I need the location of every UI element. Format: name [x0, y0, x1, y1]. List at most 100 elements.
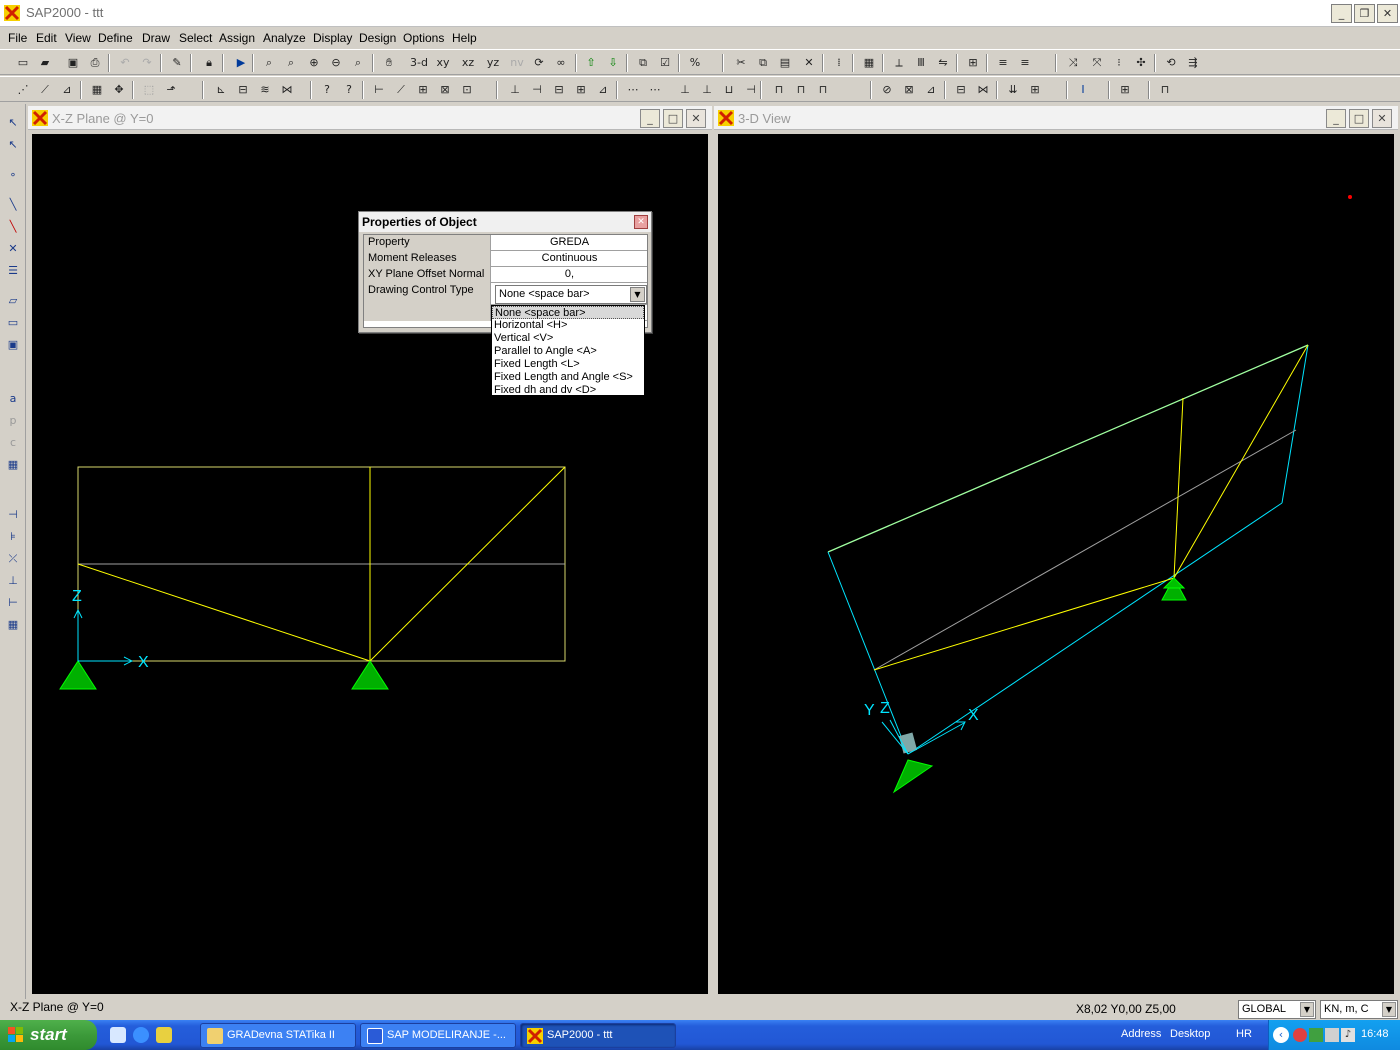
tables-icon[interactable]: ⊞ — [1116, 81, 1134, 99]
menu-display[interactable]: Display — [313, 31, 352, 45]
menu-view[interactable]: View — [65, 31, 91, 45]
divide-frames-icon[interactable]: ⟋ — [392, 81, 410, 99]
dropdown-option-horizontal[interactable]: Horizontal <H> — [492, 319, 644, 332]
area-local-icon[interactable]: ⊘ — [878, 81, 896, 99]
chevron-down-icon[interactable]: ▼ — [1300, 1002, 1314, 1017]
draw-joint-icon[interactable]: ∘ — [4, 166, 22, 184]
dropdown-option-none[interactable]: None <space bar> — [492, 306, 644, 319]
tray-app-icon[interactable] — [1293, 1028, 1307, 1042]
menu-help[interactable]: Help — [452, 31, 477, 45]
dialog-close-button[interactable]: ✕ — [634, 215, 648, 229]
show-forces-icon[interactable]: ⤧ — [1088, 54, 1106, 72]
view-nv-button[interactable]: nv — [508, 54, 526, 72]
zoom-full-icon[interactable]: ⌕ — [349, 54, 367, 72]
frame-local-icon[interactable]: ⊓ — [770, 81, 788, 99]
bridge-icon[interactable]: ⊓ — [1156, 81, 1174, 99]
new-file-icon[interactable]: ▭ — [14, 54, 32, 72]
releases-icon[interactable]: ⊣ — [742, 81, 760, 99]
snap-line-icon[interactable]: ⟋ — [36, 81, 54, 99]
dropdown-option-fixed-length-angle[interactable]: Fixed Length and Angle <S> — [492, 371, 644, 384]
percent-icon[interactable]: % — [686, 54, 704, 72]
menu-edit[interactable]: Edit — [36, 31, 57, 45]
snap-perpendicular-icon[interactable]: ⊥ — [4, 572, 22, 590]
sap2000-quicklaunch-icon[interactable] — [156, 1027, 172, 1043]
snap-lines-icon[interactable]: ⊢ — [4, 594, 22, 612]
snap-grid-icon[interactable]: ▦ — [88, 81, 106, 99]
select-all-icon[interactable]: ⬚ — [140, 81, 158, 99]
internet-explorer-icon[interactable] — [133, 1027, 149, 1043]
view-xz-button[interactable]: xz — [459, 54, 477, 72]
restore-button[interactable]: ❐ — [1354, 4, 1375, 23]
dropdown-option-fixed-dh-dv[interactable]: Fixed dh and dv <D> — [492, 384, 644, 397]
snap-intersection-icon[interactable]: ⊿ — [58, 81, 76, 99]
join-frames-icon[interactable]: ⊞ — [414, 81, 432, 99]
restraint-icon[interactable]: ⟂ — [890, 54, 908, 72]
previous-select-icon[interactable]: p — [4, 412, 22, 430]
minimize-button[interactable]: _ — [1331, 4, 1352, 23]
frame-offset-icon[interactable]: ⊓ — [792, 81, 810, 99]
coordinate-system-select[interactable]: GLOBAL ▼ — [1238, 1000, 1316, 1019]
release-icon[interactable]: ⇋ — [934, 54, 952, 72]
support-icon[interactable]: ⊥ — [676, 81, 694, 99]
chevron-left-icon[interactable]: ‹ — [1273, 1027, 1289, 1043]
joint-loads-icon[interactable]: ≡ — [994, 54, 1012, 72]
desktop-toolbar-label[interactable]: Desktop — [1170, 1028, 1210, 1040]
close-button[interactable]: ✕ — [1377, 4, 1398, 23]
object-shrink-icon[interactable]: ⧉ — [634, 54, 652, 72]
menu-analyze[interactable]: Analyze — [263, 31, 306, 45]
area-thickness-icon[interactable]: ⊠ — [900, 81, 918, 99]
frame-section-icon[interactable]: Ⅲ — [912, 54, 930, 72]
move-down-icon[interactable]: ⇩ — [604, 54, 622, 72]
menu-select[interactable]: Select — [179, 31, 212, 45]
edit-pencil-icon[interactable]: ✎ — [168, 54, 186, 72]
xz-minimize-button[interactable]: _ — [640, 109, 660, 128]
grid-icon[interactable]: ▦ — [860, 54, 878, 72]
dropdown-option-parallel-to-angle[interactable]: Parallel to Angle <A> — [492, 345, 644, 358]
menu-define[interactable]: Define — [98, 31, 133, 45]
snap-intersections-icon[interactable]: ⤫ — [4, 550, 22, 568]
zoom-window-icon[interactable]: ⌕ — [260, 54, 278, 72]
chevron-down-icon[interactable]: ▼ — [630, 287, 645, 302]
edit-lines-icon[interactable]: ⊿ — [594, 81, 612, 99]
frame-output-icon[interactable]: ⊓ — [814, 81, 832, 99]
pointer-icon[interactable]: ↖ — [4, 114, 22, 132]
snap-ends-icon[interactable]: ⊧ — [4, 528, 22, 546]
tray-app-icon[interactable] — [1309, 1028, 1323, 1042]
pan-icon[interactable]: ✋︎ — [380, 54, 398, 72]
task-sap2000[interactable]: SAP2000 - ttt — [520, 1023, 676, 1048]
xz-maximize-button[interactable]: □ — [663, 109, 683, 128]
constraint-icon[interactable]: ⊥ — [698, 81, 716, 99]
select-all-icon[interactable]: a — [4, 390, 22, 408]
units-select[interactable]: KN, m, C ▼ — [1320, 1000, 1398, 1019]
3d-maximize-button[interactable]: □ — [1349, 109, 1369, 128]
show-desktop-icon[interactable] — [110, 1027, 126, 1043]
network-icon[interactable] — [1325, 1028, 1339, 1042]
task-word[interactable]: SAP MODELIRANJE -... — [360, 1023, 516, 1048]
copy-icon[interactable]: ⧉ — [754, 54, 772, 72]
snap-points-icon[interactable]: ⊣ — [4, 506, 22, 524]
delete-icon[interactable]: ✕ — [800, 54, 818, 72]
reshape-pointer-icon[interactable]: ↖ — [4, 136, 22, 154]
assign-joint-icon[interactable]: ⁞ — [830, 54, 848, 72]
load-pattern-icon[interactable]: ⇊ — [1004, 81, 1022, 99]
lock-icon[interactable]: 🔒︎ — [200, 54, 218, 72]
quick-draw-area-icon[interactable]: ▣ — [4, 336, 22, 354]
menu-draw[interactable]: Draw — [142, 31, 170, 45]
save-icon[interactable]: ▣ — [64, 54, 82, 72]
run-analysis-icon[interactable]: ▶ — [232, 54, 250, 72]
undo-icon[interactable]: ↶ — [116, 54, 134, 72]
move-icon[interactable]: ⊟ — [550, 81, 568, 99]
solid-icon[interactable]: ⊟ — [952, 81, 970, 99]
redo-icon[interactable]: ↷ — [138, 54, 156, 72]
help-query-icon[interactable]: ? — [318, 81, 336, 99]
language-indicator[interactable]: HR — [1236, 1028, 1252, 1040]
drawing-control-type-select[interactable]: None <space bar> ▼ — [495, 285, 647, 304]
menu-options[interactable]: Options — [403, 31, 444, 45]
springs-icon[interactable]: ⋯ — [646, 81, 664, 99]
edit-points-icon[interactable]: ⊞ — [572, 81, 590, 99]
perspective-icon[interactable]: ∞ — [552, 54, 570, 72]
dropdown-option-vertical[interactable]: Vertical <V> — [492, 332, 644, 345]
property-value[interactable]: Continuous — [492, 251, 647, 267]
area-section-icon[interactable]: ⊞ — [964, 54, 982, 72]
address-toolbar-label[interactable]: Address — [1121, 1028, 1161, 1040]
